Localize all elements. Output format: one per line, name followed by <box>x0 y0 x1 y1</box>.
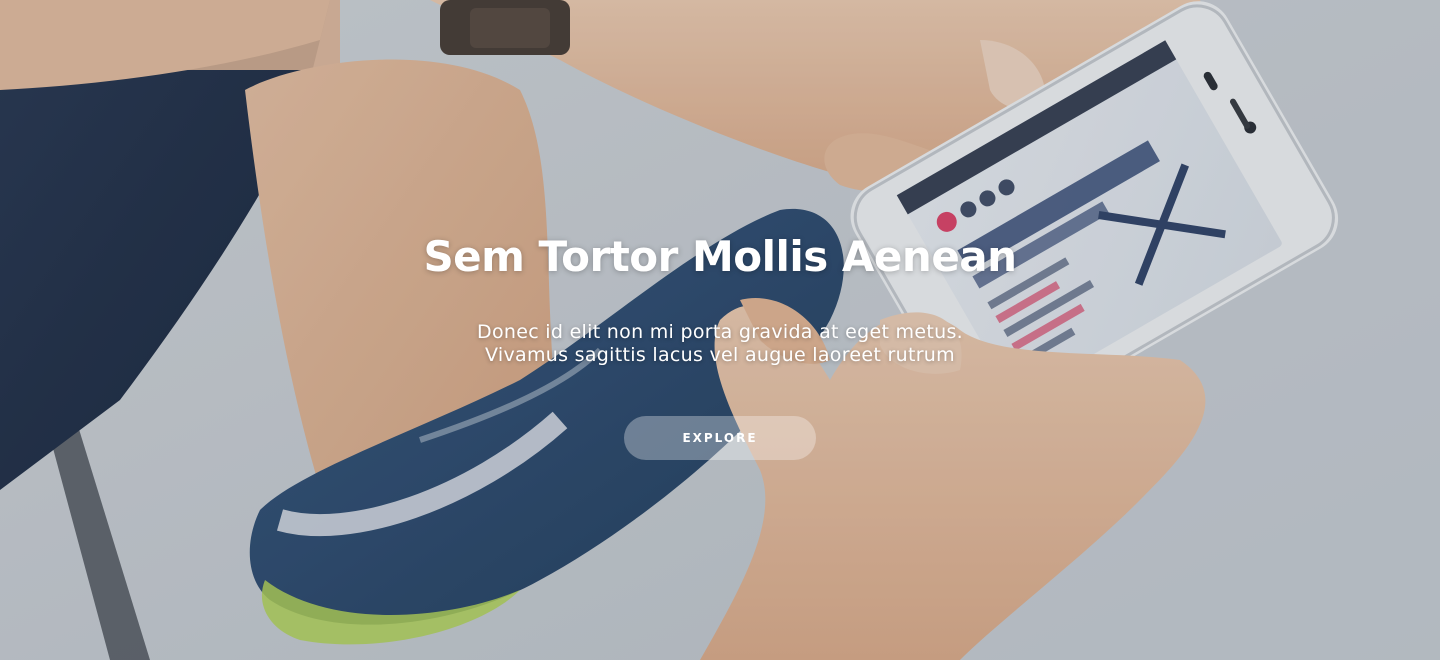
hero-content: Sem Tortor Mollis Aenean Donec id elit n… <box>0 0 1440 660</box>
hero-section: Sem Tortor Mollis Aenean Donec id elit n… <box>0 0 1440 660</box>
hero-title: Sem Tortor Mollis Aenean <box>423 232 1017 281</box>
hero-subtitle-line-2: Vivamus sagittis lacus vel augue laoreet… <box>485 344 955 366</box>
explore-button[interactable]: EXPLORE <box>624 416 816 460</box>
hero-subtitle: Donec id elit non mi porta gravida at eg… <box>0 321 1440 367</box>
hero-subtitle-line-1: Donec id elit non mi porta gravida at eg… <box>477 321 963 343</box>
